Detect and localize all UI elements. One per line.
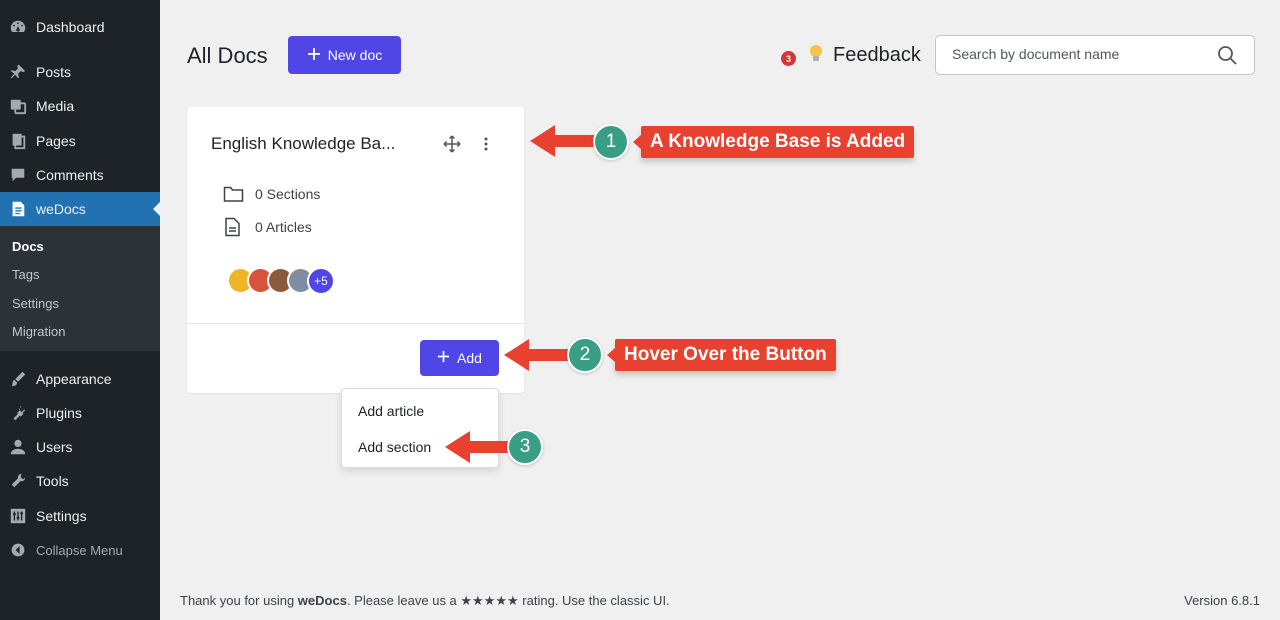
plug-icon: [0, 404, 36, 422]
footer-prefix: Thank you for using: [180, 593, 298, 608]
more-contributors-badge[interactable]: +5: [307, 267, 335, 295]
more-options-icon[interactable]: [483, 135, 489, 158]
sidebar-item-label: Settings: [36, 508, 87, 524]
lightbulb-icon: [808, 44, 824, 69]
pages-icon: [0, 132, 36, 150]
sidebar-item-comments[interactable]: Comments: [0, 158, 160, 192]
footer-version: Version 6.8.1: [1184, 593, 1260, 608]
file-icon: [223, 217, 255, 237]
sidebar-item-label: Media: [36, 98, 75, 114]
comment-icon: [0, 166, 36, 184]
sidebar-item-plugins[interactable]: Plugins: [0, 396, 160, 430]
submenu-item-docs[interactable]: Docs: [12, 239, 44, 254]
sidebar-item-settings[interactable]: Settings: [0, 499, 160, 533]
sidebar-item-posts[interactable]: Posts: [0, 55, 160, 89]
search-icon[interactable]: [1217, 45, 1238, 71]
card-divider: [187, 323, 524, 324]
sidebar-item-label: Comments: [36, 167, 104, 183]
annotation-arrow-icon: [445, 431, 510, 463]
add-label: Add: [457, 350, 482, 366]
sidebar-item-label: Users: [36, 439, 73, 455]
feedback-link[interactable]: Feedback: [833, 44, 921, 67]
footer-thanks: Thank you for using weDocs. Please leave…: [180, 593, 670, 609]
sidebar-item-appearance[interactable]: Appearance: [0, 362, 160, 396]
sidebar-item-wedocs[interactable]: weDocs: [0, 192, 160, 226]
sidebar-item-label: Pages: [36, 133, 76, 149]
sidebar-item-media[interactable]: Media: [0, 89, 160, 123]
annotation-arrow-icon: [504, 339, 569, 371]
pin-icon: [0, 63, 36, 81]
doc-card-title[interactable]: English Knowledge Ba...: [211, 134, 416, 154]
submenu-item-migration[interactable]: Migration: [12, 324, 65, 339]
footer-brand-link[interactable]: weDocs: [298, 593, 347, 608]
new-doc-label: New doc: [327, 47, 383, 63]
sidebar-item-users[interactable]: Users: [0, 430, 160, 464]
annotation-arrow-icon: [530, 125, 595, 157]
page-title: All Docs: [187, 43, 268, 68]
brush-icon: [0, 370, 36, 388]
new-doc-button[interactable]: New doc: [288, 36, 401, 74]
sidebar-item-label: Plugins: [36, 405, 82, 421]
sidebar-item-dashboard[interactable]: Dashboard: [0, 10, 160, 44]
move-icon[interactable]: [443, 135, 461, 158]
articles-count: 0 Articles: [223, 217, 312, 237]
user-icon: [0, 438, 36, 456]
submenu-item-tags[interactable]: Tags: [12, 267, 39, 282]
articles-label: 0 Articles: [255, 219, 312, 235]
sidebar-item-label: weDocs: [36, 201, 86, 217]
dashboard-icon: [0, 18, 36, 36]
sidebar-item-label: Posts: [36, 64, 72, 80]
annotation-callout-1: A Knowledge Base is Added: [632, 126, 915, 158]
collapse-icon: [0, 542, 36, 558]
add-section-menu-item[interactable]: Add section: [358, 439, 431, 455]
submenu-item-settings[interactable]: Settings: [12, 296, 59, 311]
search-input[interactable]: [952, 46, 1202, 62]
media-icon: [0, 97, 36, 115]
sidebar-item-label: Tools: [36, 473, 69, 489]
annotation-step-3: 3: [507, 429, 543, 465]
sections-label: 0 Sections: [255, 186, 321, 202]
collapse-menu-button[interactable]: Collapse Menu: [0, 533, 160, 567]
contributor-avatars: +5: [227, 267, 347, 295]
sidebar-item-label: Appearance: [36, 371, 112, 387]
search-box: [935, 35, 1255, 75]
document-icon: [0, 200, 36, 218]
add-article-menu-item[interactable]: Add article: [358, 403, 424, 419]
sections-count: 0 Sections: [223, 185, 320, 203]
plus-icon: [437, 350, 450, 366]
collapse-menu-label: Collapse Menu: [36, 542, 123, 558]
feedback-count-badge: 3: [781, 51, 796, 66]
wrench-icon: [0, 472, 36, 490]
plus-icon: [307, 47, 321, 64]
annotation-step-2: 2: [567, 337, 603, 373]
add-button[interactable]: Add: [420, 340, 499, 376]
doc-card: English Knowledge Ba... 0 Sections 0 Art…: [187, 107, 524, 393]
footer-suffix: . Please leave us a ★★★★★ rating. Use th…: [346, 593, 670, 608]
sidebar-item-label: Dashboard: [36, 19, 105, 35]
admin-sidebar: Dashboard Posts Media Pages Comments weD…: [0, 0, 160, 620]
annotation-callout-2: Hover Over the Button: [607, 339, 836, 371]
folder-icon: [223, 185, 255, 203]
wedocs-submenu: Docs Tags Settings Migration: [0, 226, 160, 351]
sidebar-item-tools[interactable]: Tools: [0, 464, 160, 498]
annotation-step-1: 1: [593, 124, 629, 160]
sidebar-item-pages[interactable]: Pages: [0, 124, 160, 158]
sliders-icon: [0, 507, 36, 525]
